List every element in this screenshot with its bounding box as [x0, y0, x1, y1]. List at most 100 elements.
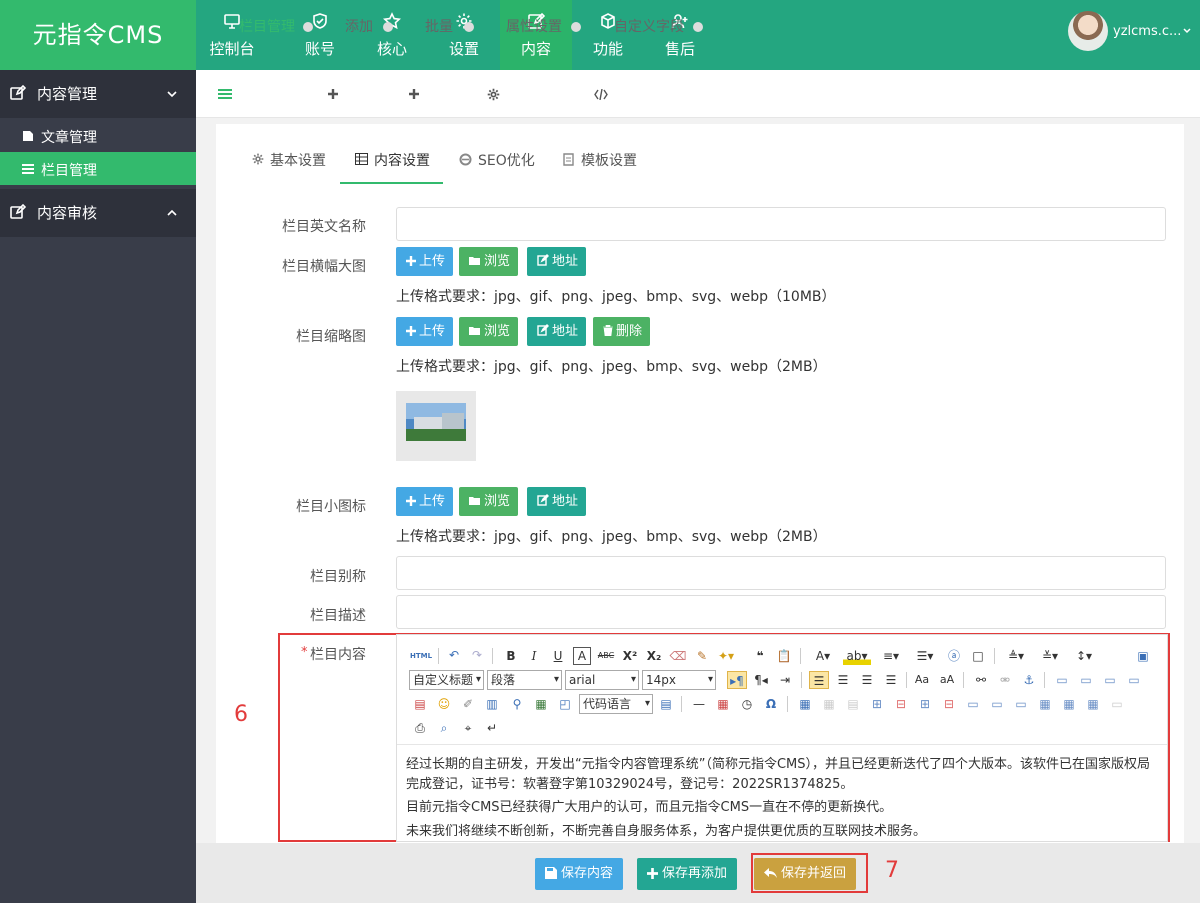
image-none-icon[interactable]: ▭: [1053, 671, 1071, 689]
italic-icon[interactable]: I: [525, 647, 543, 665]
icon-address-button[interactable]: 地址: [527, 487, 587, 516]
editor-paragraph[interactable]: 目前元指令CMS已经获得广大用户的认可，而且元指令CMS一直在不停的更新换代。: [406, 798, 1158, 818]
merge-right-icon[interactable]: ▭: [988, 695, 1006, 713]
app-logo[interactable]: 元指令CMS: [0, 0, 196, 70]
paragraph-select[interactable]: 段落: [487, 670, 562, 690]
uppercase-icon[interactable]: Aa: [913, 671, 931, 689]
line-height-icon[interactable]: ↕▾: [1070, 647, 1098, 665]
ltr-direction-icon[interactable]: ▸¶: [727, 671, 747, 689]
thumb-address-button[interactable]: 地址: [527, 317, 587, 346]
strikethrough-icon[interactable]: ABC: [597, 647, 615, 665]
insert-paragraph-icon[interactable]: ▤: [844, 695, 862, 713]
banner-address-button[interactable]: 地址: [527, 247, 587, 276]
lowercase-icon[interactable]: aA: [938, 671, 956, 689]
auto-format-icon[interactable]: ✦▾: [717, 647, 735, 665]
print-icon[interactable]: ⎙: [411, 719, 429, 737]
unlink-icon[interactable]: ⚮: [996, 671, 1014, 689]
sidebar-item-articles[interactable]: 文章管理: [0, 119, 196, 152]
subscript-icon[interactable]: X₂: [645, 647, 663, 665]
image-right-icon[interactable]: ▭: [1101, 671, 1119, 689]
special-char-icon[interactable]: Ω: [762, 695, 780, 713]
en-name-input[interactable]: [396, 207, 1166, 241]
merge-cells-icon[interactable]: ▭: [964, 695, 982, 713]
preview-icon[interactable]: ⌕: [435, 719, 453, 737]
row-spacing-bottom-icon[interactable]: ≚▾: [1036, 647, 1064, 665]
indent-icon[interactable]: ⇥: [776, 671, 794, 689]
insert-table-icon[interactable]: ▦: [796, 695, 814, 713]
delete-table-icon[interactable]: ▦: [820, 695, 838, 713]
sidebar-item-columns[interactable]: 栏目管理: [0, 152, 196, 185]
time-icon[interactable]: ◷: [738, 695, 756, 713]
sidebar-group-content[interactable]: 内容管理: [0, 70, 196, 118]
crumb-columns[interactable]: 栏目管理: [239, 16, 295, 36]
banner-browse-button[interactable]: 浏览: [459, 247, 519, 276]
font-border-icon[interactable]: A: [573, 647, 591, 665]
sidebar-group-review[interactable]: 内容审核: [0, 189, 196, 237]
insert-row-icon[interactable]: ⊞: [868, 695, 886, 713]
insert-col-icon[interactable]: ⊞: [916, 695, 934, 713]
save-and-add-button[interactable]: 保存再添加: [637, 858, 738, 890]
emoji-icon[interactable]: ☺: [435, 695, 453, 713]
align-left-icon[interactable]: ☰: [809, 671, 829, 689]
code-insert-icon[interactable]: ◰: [556, 695, 574, 713]
user-name[interactable]: yzlcms.c...: [1113, 24, 1181, 39]
link-icon[interactable]: ⚯: [972, 671, 990, 689]
desc-input[interactable]: [396, 595, 1166, 629]
format-brush-icon[interactable]: ✎: [693, 647, 711, 665]
underline-icon[interactable]: U: [549, 647, 567, 665]
split-rows-icon[interactable]: ▦: [1060, 695, 1078, 713]
font-size-select[interactable]: 14px: [642, 670, 716, 690]
paste-table-icon[interactable]: ▭: [1108, 695, 1126, 713]
editor-paragraph[interactable]: 经过长期的自主研发，开发出“元指令内容管理系统”（简称元指令CMS），并且已经更…: [406, 755, 1158, 795]
horizontal-rule-icon[interactable]: —: [690, 695, 708, 713]
split-cols-icon[interactable]: ▦: [1084, 695, 1102, 713]
delete-col-icon[interactable]: ⊟: [940, 695, 958, 713]
align-right-icon[interactable]: ☰: [858, 671, 876, 689]
crumb-add[interactable]: 添加: [345, 16, 373, 36]
tab-template[interactable]: 模板设置: [581, 150, 637, 170]
crumb-batch[interactable]: 批量: [425, 16, 453, 36]
crumb-custom-fields[interactable]: 自定义字段: [614, 16, 684, 36]
avatar[interactable]: [1068, 11, 1108, 51]
save-button[interactable]: 保存内容: [535, 858, 624, 890]
delete-row-icon[interactable]: ⊟: [892, 695, 910, 713]
scrawl-icon[interactable]: ✐: [459, 695, 477, 713]
tab-content[interactable]: 内容设置: [374, 150, 430, 170]
thumbnail-preview[interactable]: [396, 391, 476, 461]
line-break-icon[interactable]: ↵: [483, 719, 501, 737]
image-center-icon[interactable]: ▭: [1125, 671, 1143, 689]
merge-down-icon[interactable]: ▭: [1012, 695, 1030, 713]
image-icon[interactable]: ▤: [411, 695, 429, 713]
attachment-icon[interactable]: ⚲: [508, 695, 526, 713]
bold-icon[interactable]: B: [502, 647, 520, 665]
search-replace-icon[interactable]: ⌖: [459, 719, 477, 737]
image-left-icon[interactable]: ▭: [1077, 671, 1095, 689]
font-color-icon[interactable]: A▾: [810, 647, 836, 665]
fullscreen-icon[interactable]: ▣: [1134, 647, 1152, 665]
editor-paragraph[interactable]: 未来我们将继续不断创新，不断完善自身服务体系，为客户提供更优质的互联网技术服务。: [406, 822, 1158, 840]
paste-plain-icon[interactable]: 📋: [775, 647, 793, 665]
alias-input[interactable]: [396, 556, 1166, 590]
video-icon[interactable]: ▥: [483, 695, 501, 713]
date-icon[interactable]: ▦: [714, 695, 732, 713]
template-insert-icon[interactable]: ▤: [657, 695, 675, 713]
thumb-delete-button[interactable]: 删除: [593, 317, 651, 346]
html-source-button[interactable]: HTML: [410, 647, 432, 665]
superscript-icon[interactable]: X²: [621, 647, 639, 665]
rtl-direction-icon[interactable]: ¶◂: [752, 671, 770, 689]
thumb-browse-button[interactable]: 浏览: [459, 317, 519, 346]
blockquote-icon[interactable]: ❝: [751, 647, 769, 665]
font-family-select[interactable]: arial: [565, 670, 639, 690]
select-all-icon[interactable]: ⓐ: [945, 647, 963, 665]
tab-basic[interactable]: 基本设置: [270, 150, 326, 170]
map-icon[interactable]: ▦: [532, 695, 550, 713]
clear-doc-icon[interactable]: □: [969, 647, 987, 665]
custom-title-select[interactable]: 自定义标题: [409, 670, 484, 690]
code-language-select[interactable]: 代码语言: [579, 694, 653, 714]
eraser-icon[interactable]: ⌫: [669, 647, 687, 665]
icon-browse-button[interactable]: 浏览: [459, 487, 519, 516]
unordered-list-icon[interactable]: ☰▾: [911, 647, 939, 665]
highlight-color-icon[interactable]: ab▾: [843, 647, 871, 665]
ordered-list-icon[interactable]: ≡▾: [877, 647, 905, 665]
align-justify-icon[interactable]: ☰: [882, 671, 900, 689]
